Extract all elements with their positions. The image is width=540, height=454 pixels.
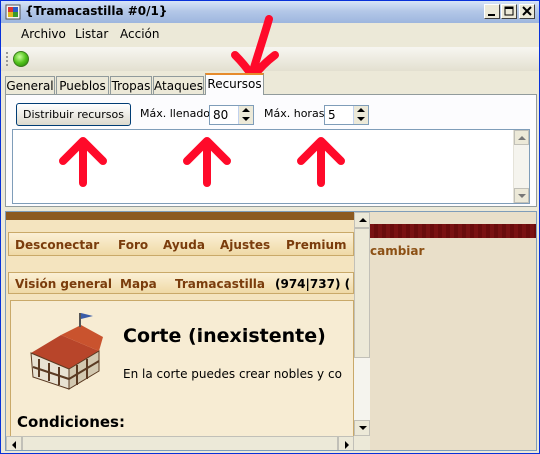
- minimize-icon: [488, 14, 495, 16]
- log-scrollbar[interactable]: [513, 130, 529, 203]
- tab-general[interactable]: General: [5, 76, 55, 95]
- tab-recursos[interactable]: Recursos: [205, 73, 264, 95]
- chevron-down-icon: [359, 426, 367, 430]
- nav-desconectar[interactable]: Desconectar: [15, 238, 99, 252]
- game-red-banner: [370, 224, 536, 238]
- chevron-right-icon: [345, 441, 349, 449]
- scroll-corner: [354, 436, 370, 450]
- scroll-thumb[interactable]: [354, 228, 370, 358]
- game-nav-bar: Desconectar Foro Ayuda Ajustes Premium: [8, 232, 354, 256]
- game-sub-nav: Visión general Mapa Tramacastilla (974|7…: [8, 272, 354, 294]
- scroll-right-button[interactable]: [338, 436, 354, 450]
- scroll-up-button[interactable]: [354, 212, 370, 228]
- max-llenado-value[interactable]: 80: [213, 108, 228, 122]
- court-building-icon: [30, 313, 103, 390]
- stepper-up-icon[interactable]: [357, 108, 365, 112]
- browser-vertical-scrollbar[interactable]: [354, 212, 370, 436]
- app-icon: [5, 4, 21, 20]
- chevron-up-icon: [518, 136, 526, 140]
- annotation-arrow-up-icon: [183, 137, 231, 187]
- stepper-up-icon[interactable]: [242, 108, 250, 112]
- window-title: {Tramacastilla #0/1}: [25, 4, 168, 18]
- maximize-icon: [504, 6, 514, 16]
- menu-listar[interactable]: Listar: [75, 27, 108, 41]
- conditions-heading: Condiciones:: [17, 413, 125, 431]
- building-title: Corte (inexistente): [123, 325, 326, 347]
- scroll-down-button[interactable]: [354, 420, 370, 436]
- max-horas-value[interactable]: 5: [328, 108, 336, 122]
- chevron-up-icon: [359, 218, 367, 222]
- minimize-button[interactable]: [484, 4, 500, 19]
- scroll-thumb[interactable]: [22, 436, 338, 450]
- max-horas-arrows[interactable]: [353, 106, 368, 124]
- status-light-icon: [13, 51, 29, 67]
- scroll-left-button[interactable]: [6, 436, 22, 450]
- app-window: {Tramacastilla #0/1} Archivo Listar Acci…: [0, 0, 540, 454]
- maximize-button[interactable]: [501, 4, 517, 19]
- chevron-down-icon: [518, 194, 526, 198]
- max-horas-stepper[interactable]: 5: [324, 105, 369, 125]
- close-button[interactable]: [519, 4, 535, 19]
- embedded-browser: cambiar Desconectar Foro Ayuda Ajustes P…: [5, 211, 537, 451]
- scroll-up-button[interactable]: [514, 130, 529, 145]
- tab-ataques[interactable]: Ataques: [153, 76, 204, 95]
- max-horas-label: Máx. horas: [264, 107, 325, 120]
- stepper-down-icon[interactable]: [242, 117, 250, 121]
- menu-archivo[interactable]: Archivo: [21, 27, 66, 41]
- nav-foro[interactable]: Foro: [118, 238, 148, 252]
- distribuir-recursos-button[interactable]: Distribuir recursos: [16, 103, 131, 126]
- max-llenado-label: Máx. llenado: [140, 107, 211, 120]
- annotation-arrow-up-icon: [297, 137, 345, 187]
- nav-ayuda[interactable]: Ayuda: [163, 238, 205, 252]
- max-llenado-arrows[interactable]: [238, 106, 253, 124]
- nav-premium[interactable]: Premium: [286, 238, 347, 252]
- village-coords: (974|737) (: [275, 277, 351, 291]
- building-content: Corte (inexistente) En la corte puedes c…: [10, 300, 354, 436]
- annotation-arrow-up-icon: [59, 137, 107, 187]
- cambiar-link[interactable]: cambiar: [370, 244, 424, 258]
- sub-vision-general[interactable]: Visión general: [15, 277, 112, 291]
- browser-horizontal-scrollbar[interactable]: [6, 436, 354, 450]
- menu-accion[interactable]: Acción: [120, 27, 159, 41]
- chevron-left-icon: [12, 441, 16, 449]
- tab-pueblos[interactable]: Pueblos: [56, 76, 109, 95]
- nav-ajustes[interactable]: Ajustes: [220, 238, 270, 252]
- scroll-down-button[interactable]: [514, 188, 529, 203]
- sub-mapa[interactable]: Mapa: [120, 277, 157, 291]
- close-icon: [522, 6, 532, 16]
- tab-tropas[interactable]: Tropas: [110, 76, 152, 95]
- max-llenado-stepper[interactable]: 80: [209, 105, 254, 125]
- toolbar-grip-icon[interactable]: [6, 52, 9, 66]
- sub-village-name[interactable]: Tramacastilla: [175, 277, 265, 291]
- stepper-down-icon[interactable]: [357, 117, 365, 121]
- building-description: En la corte puedes crear nobles y co: [123, 367, 342, 381]
- game-page: Desconectar Foro Ayuda Ajustes Premium V…: [6, 220, 354, 436]
